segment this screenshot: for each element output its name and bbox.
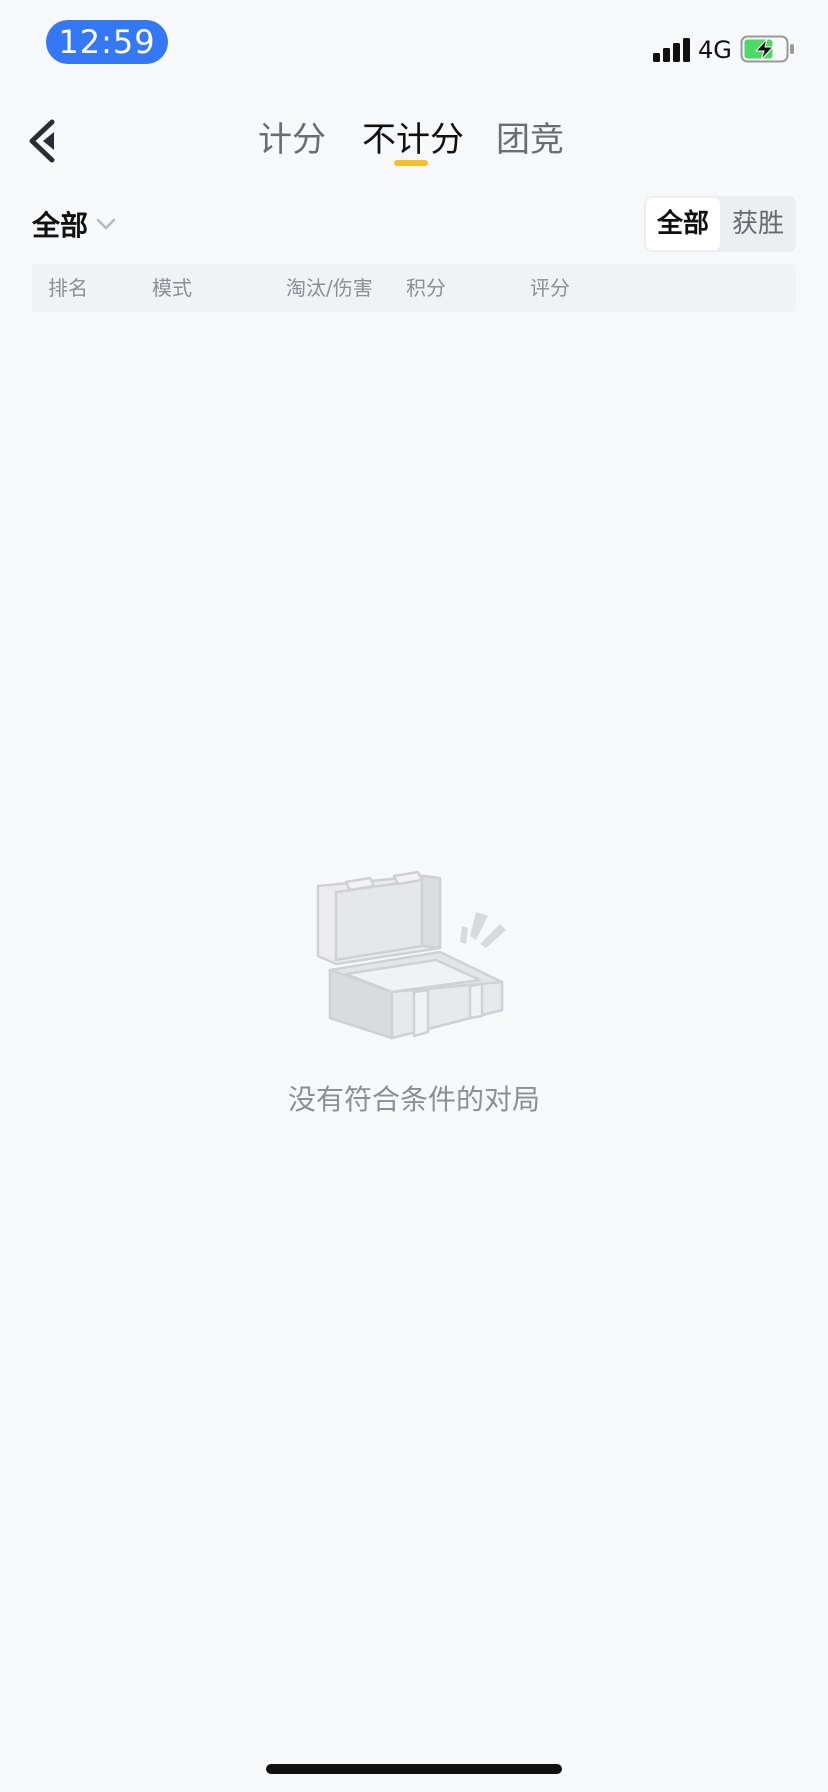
mode-filter-label: 全部 — [32, 209, 89, 242]
result-segmented-control: 全部 获胜 — [644, 196, 796, 252]
back-arrow-icon[interactable] — [22, 114, 66, 168]
empty-state-message: 没有符合条件的对局 — [287, 1083, 540, 1116]
home-indicator[interactable] — [266, 1764, 562, 1774]
column-kills-damage: 淘汰/伤害 — [286, 276, 373, 300]
status-time: 12:59 — [46, 20, 168, 64]
signal-icon — [653, 38, 691, 62]
column-rating: 评分 — [530, 276, 570, 300]
network-type: 4G — [698, 36, 732, 64]
match-history-screen: 12:59 4G 计分 不计分 团竞 全部 全部 获胜 排名 模式 淘汰/伤害 … — [0, 0, 828, 1792]
tab-scored[interactable]: 计分 — [258, 116, 326, 168]
active-tab-indicator — [394, 160, 428, 166]
table-header: 排名 模式 淘汰/伤害 积分 评分 — [32, 264, 796, 312]
column-mode: 模式 — [152, 276, 192, 300]
battery-charging-icon — [740, 35, 794, 63]
column-rank: 排名 — [48, 276, 88, 300]
segment-wins[interactable]: 获胜 — [720, 196, 796, 252]
segment-all[interactable]: 全部 — [646, 198, 720, 250]
mode-filter-dropdown[interactable]: 全部 — [32, 204, 116, 244]
tab-team-battle[interactable]: 团竞 — [496, 116, 564, 168]
chevron-down-icon — [96, 218, 116, 230]
column-points: 积分 — [406, 276, 446, 300]
empty-chest-icon — [316, 870, 506, 1040]
